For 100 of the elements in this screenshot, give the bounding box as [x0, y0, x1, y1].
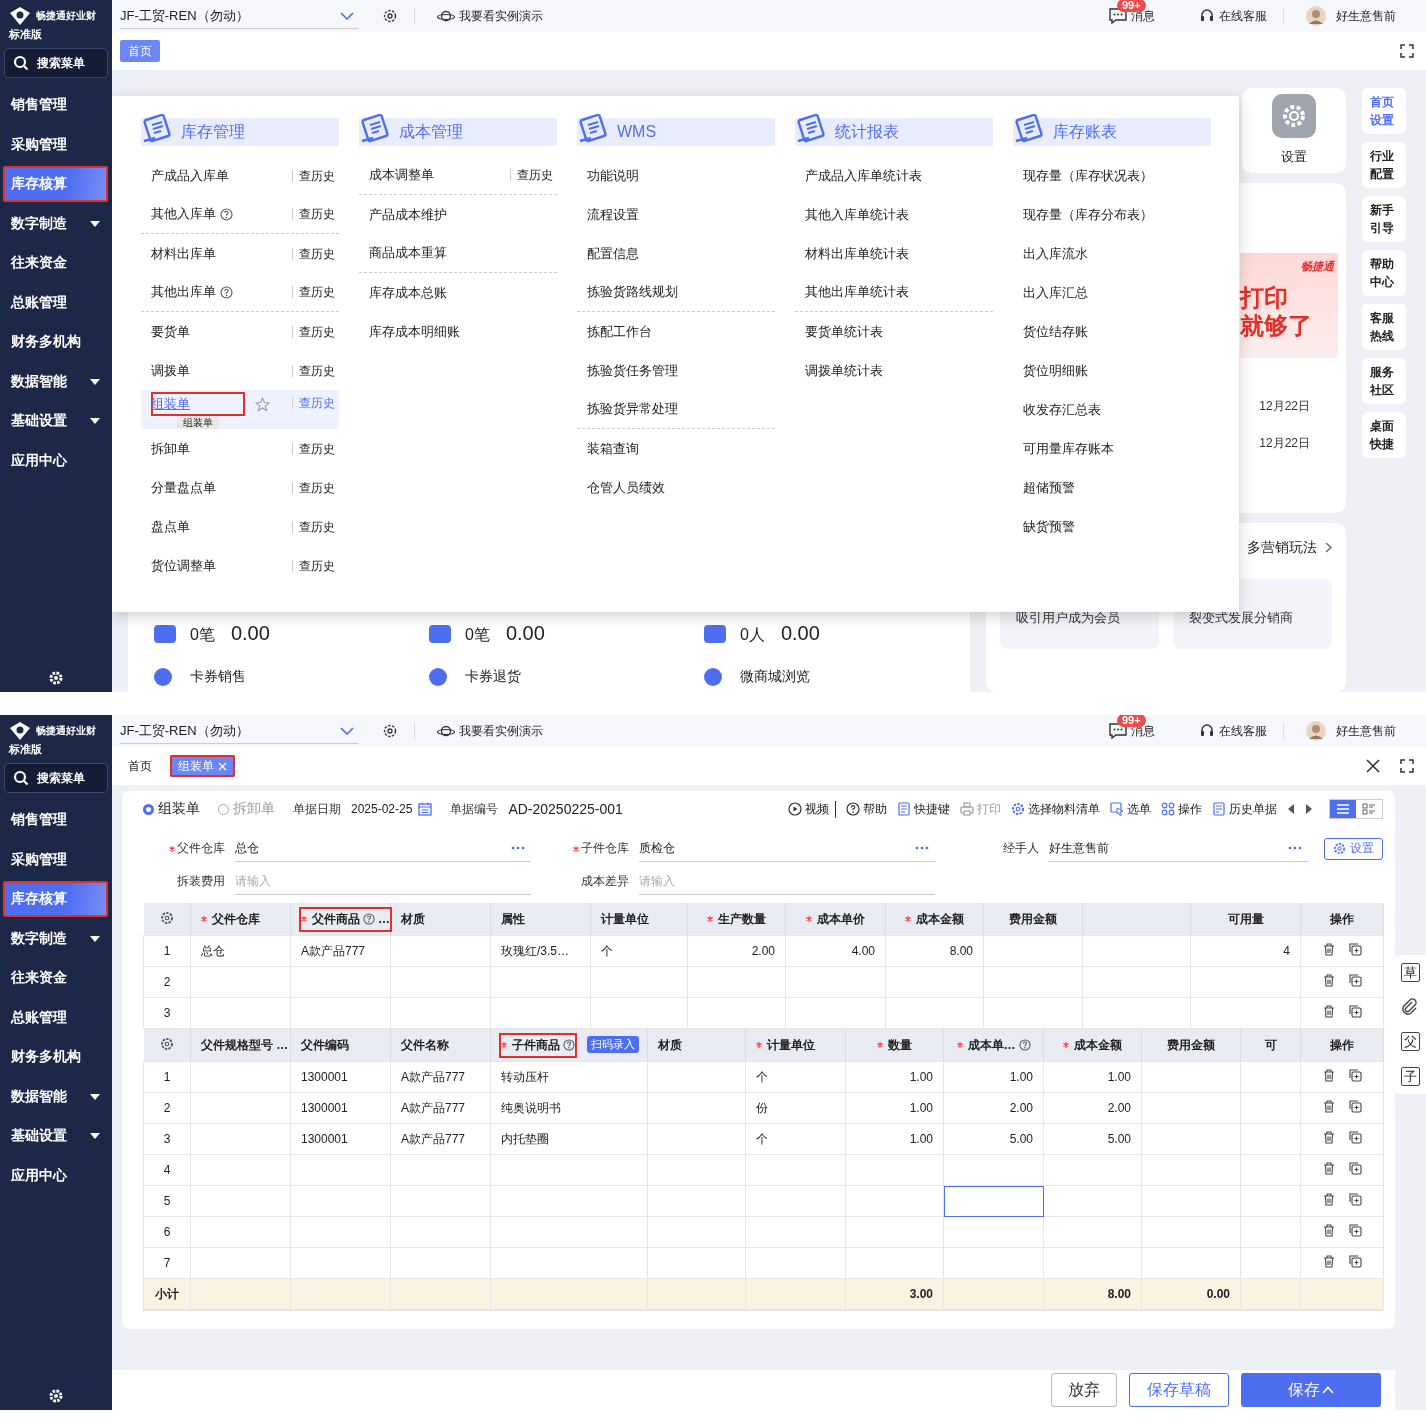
menu-link[interactable]: 拣验货路线规划: [587, 281, 678, 303]
support-button[interactable]: 在线客服: [1199, 7, 1267, 25]
trash-icon[interactable]: [1322, 1255, 1335, 1268]
more-icon[interactable]: [915, 846, 929, 850]
star-icon[interactable]: [255, 397, 270, 412]
menu-link[interactable]: 产品成本维护: [369, 203, 447, 226]
menu-link[interactable]: 拣配工作台: [587, 320, 652, 343]
menu-link[interactable]: 材料出库单: [151, 242, 216, 265]
menu-item[interactable]: 其他出库单统计表: [795, 273, 993, 312]
sidebar-item[interactable]: 总账管理: [3, 999, 108, 1036]
trash-icon[interactable]: [1322, 1069, 1335, 1082]
history-link[interactable]: 查历史: [292, 442, 335, 455]
more-icon[interactable]: [511, 846, 525, 850]
rail-button[interactable]: 客服热线: [1362, 304, 1406, 350]
menu-link[interactable]: 拆卸单: [151, 437, 190, 460]
menu-link[interactable]: 要货单: [151, 320, 190, 343]
trash-icon[interactable]: [1322, 1193, 1335, 1206]
menu-item[interactable]: 库存成本明细账: [359, 312, 557, 351]
sidebar-item[interactable]: 财务多机构: [3, 324, 108, 360]
menu-item[interactable]: 配置信息: [577, 234, 775, 273]
copy-icon[interactable]: [1348, 1162, 1362, 1175]
avatar-icon[interactable]: [1306, 721, 1326, 741]
menu-item[interactable]: 成本调整单 查历史: [359, 156, 557, 195]
menu-item[interactable]: 要货单统计表: [795, 312, 993, 351]
menu-link[interactable]: 现存量（库存状况表）: [1023, 164, 1153, 187]
menu-item[interactable]: 出入库流水: [1013, 234, 1211, 273]
sidebar-item[interactable]: 采购管理: [3, 841, 108, 878]
toolbar-button[interactable]: 选单: [1110, 800, 1151, 818]
shortcut-link[interactable]: 微商城浏览: [704, 668, 970, 686]
glyph-button[interactable]: 子: [1400, 1067, 1420, 1086]
history-link[interactable]: 查历史: [292, 559, 335, 572]
trash-icon[interactable]: [1322, 1131, 1335, 1144]
sidebar-item[interactable]: 应用中心: [3, 1157, 108, 1194]
sidebar-item[interactable]: 库存核算: [3, 166, 108, 202]
history-link[interactable]: 查历史: [292, 520, 335, 533]
menu-item[interactable]: 货位调整单 查历史: [141, 546, 339, 585]
demo-link[interactable]: 我要看实例演示: [437, 722, 543, 740]
toolbar-button[interactable]: 快捷键: [897, 800, 950, 818]
menu-link[interactable]: 配置信息: [587, 242, 639, 265]
settings-icon[interactable]: [159, 910, 174, 925]
footer-button[interactable]: 保存草稿: [1129, 1373, 1229, 1407]
menu-link[interactable]: 成本调整单: [369, 164, 434, 186]
menu-item[interactable]: 库存成本总账: [359, 273, 557, 312]
copy-icon[interactable]: [1348, 1069, 1362, 1082]
menu-link[interactable]: 仓管人员绩效: [587, 476, 665, 499]
menu-link[interactable]: 产成品入库单统计表: [805, 164, 922, 187]
menu-link[interactable]: 产成品入库单: [151, 164, 229, 187]
copy-icon[interactable]: [1348, 974, 1362, 987]
demo-link[interactable]: 我要看实例演示: [437, 7, 543, 25]
settings-icon[interactable]: [159, 1036, 174, 1051]
sidebar-item[interactable]: 基础设置: [3, 1118, 108, 1154]
menu-item[interactable]: 流程设置: [577, 195, 775, 234]
gear-icon[interactable]: [382, 8, 398, 24]
history-link[interactable]: 查历史: [292, 247, 335, 260]
menu-link[interactable]: 装箱查询: [587, 437, 639, 460]
menu-item[interactable]: 其他出库单 查历史: [141, 273, 339, 312]
menu-link[interactable]: 其他出库单统计表: [805, 281, 909, 303]
account-select[interactable]: JF-工贸-REN（勿动）: [120, 3, 358, 29]
menu-link[interactable]: 货位结存账: [1023, 320, 1088, 343]
marketing-link[interactable]: 多营销玩法: [1247, 538, 1332, 557]
close-icon[interactable]: [1366, 759, 1380, 773]
toolbar-button[interactable]: 操作: [1161, 800, 1202, 818]
menu-item[interactable]: 收发存汇总表: [1013, 390, 1211, 429]
menu-link[interactable]: 拣验货任务管理: [587, 359, 678, 382]
sidebar-item[interactable]: 应用中心: [3, 442, 108, 479]
menu-link[interactable]: 拣验货异常处理: [587, 398, 678, 420]
next-icon[interactable]: [1305, 803, 1313, 815]
sidebar-item[interactable]: 基础设置: [3, 403, 108, 439]
menu-item[interactable]: 货位明细账: [1013, 351, 1211, 390]
menu-item[interactable]: 调拨单统计表: [795, 351, 993, 390]
page-tab[interactable]: 首页: [120, 755, 160, 777]
sidebar-item[interactable]: 销售管理: [3, 802, 108, 838]
rail-button[interactable]: 桌面快捷: [1362, 412, 1406, 458]
account-select[interactable]: JF-工贸-REN（勿动）: [120, 718, 358, 744]
menu-item[interactable]: 材料出库单统计表: [795, 234, 993, 273]
settings-button[interactable]: 设置: [1324, 837, 1383, 860]
menu-item[interactable]: 盘点单 查历史: [141, 507, 339, 546]
copy-icon[interactable]: [1348, 1255, 1362, 1268]
history-link[interactable]: 查历史: [292, 481, 335, 494]
trash-icon[interactable]: [1322, 974, 1335, 987]
previous-icon[interactable]: [1287, 803, 1295, 815]
menu-item[interactable]: 材料出库单 查历史: [141, 234, 339, 273]
menu-link[interactable]: 材料出库单统计表: [805, 242, 909, 265]
menu-item[interactable]: 拣配工作台: [577, 312, 775, 351]
trash-icon[interactable]: [1322, 1224, 1335, 1237]
menu-item[interactable]: 货位结存账: [1013, 312, 1211, 351]
avatar-icon[interactable]: [1306, 6, 1326, 26]
rail-button[interactable]: 行业配置: [1362, 142, 1406, 188]
footer-button[interactable]: 放弃: [1051, 1373, 1117, 1407]
footer-button[interactable]: 保存: [1241, 1373, 1381, 1407]
menu-item[interactable]: 拣验货异常处理: [577, 390, 775, 429]
toolbar-button[interactable]: 选择物料清单: [1011, 800, 1100, 818]
menu-item[interactable]: 拣验货路线规划: [577, 273, 775, 312]
toolbar-button[interactable]: 帮助: [846, 800, 887, 818]
copy-icon[interactable]: [1348, 1100, 1362, 1113]
history-link[interactable]: 查历史: [292, 169, 335, 182]
settings-card[interactable]: 设置: [1242, 88, 1346, 173]
menu-link[interactable]: 可用量库存账本: [1023, 437, 1114, 460]
sidebar-item[interactable]: 往来资金: [3, 960, 108, 996]
toolbar-button[interactable]: 视频: [788, 800, 836, 818]
